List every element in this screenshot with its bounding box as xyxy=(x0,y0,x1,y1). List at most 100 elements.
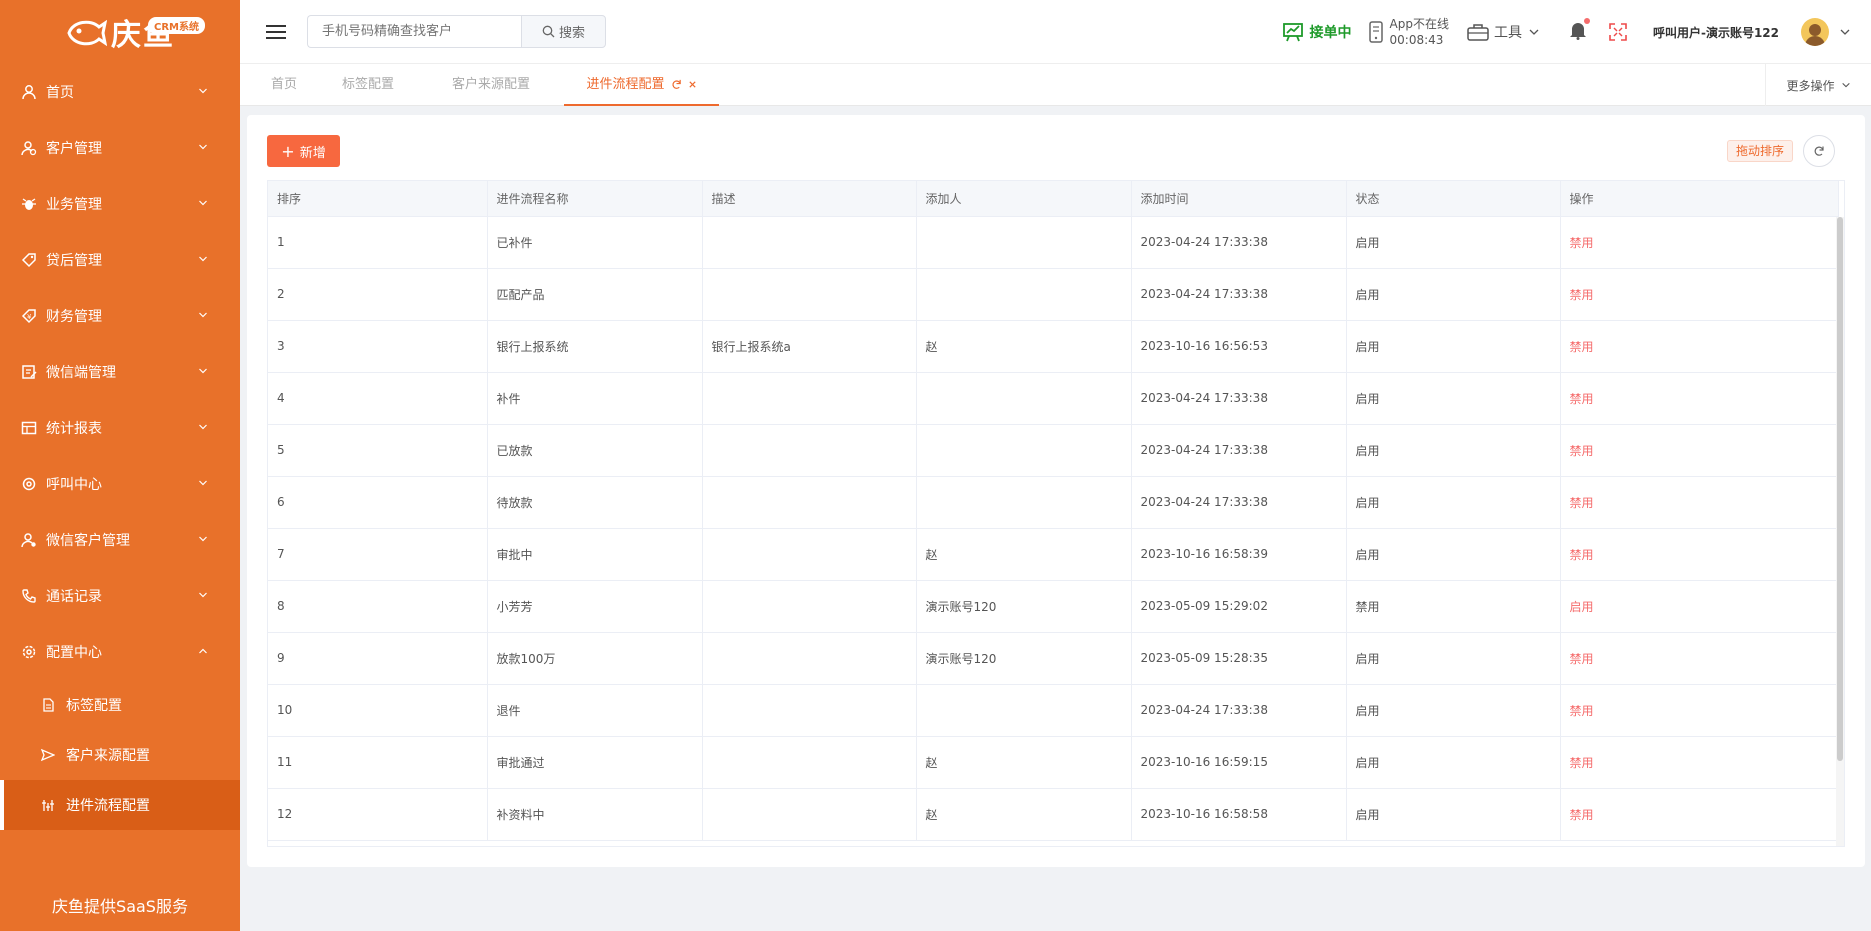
sidebar-subitem[interactable]: 标签配置 xyxy=(0,680,240,730)
tab-bar: 首页 标签配置 客户来源配置 进件流程配置 更多操作 xyxy=(240,64,1871,106)
sidebar-item[interactable]: 业务管理 xyxy=(0,176,240,232)
tab-tag-config[interactable]: 标签配置 xyxy=(336,64,400,106)
add-button-label: 新增 xyxy=(299,145,326,161)
table-cell: 2023-04-24 17:33:38 xyxy=(1131,684,1347,737)
sidebar-item[interactable]: 贷后管理 xyxy=(0,232,240,288)
toggle-status-link[interactable]: 启用 xyxy=(1560,580,1839,633)
toggle-status-link[interactable]: 禁用 xyxy=(1560,788,1839,841)
table-cell: 12 xyxy=(268,788,488,841)
sidebar-item-label: 首页 xyxy=(46,85,74,101)
toggle-status-link[interactable]: 禁用 xyxy=(1560,372,1839,425)
table-cell xyxy=(702,268,917,321)
customer-icon xyxy=(20,139,38,157)
table-header-row: 排序 进件流程名称 描述 添加人 添加时间 状态 操作 xyxy=(268,181,1839,217)
sidebar-item[interactable]: ¥ 财务管理 xyxy=(0,288,240,344)
table-scrollbar[interactable] xyxy=(1836,217,1844,846)
table-cell: 启用 xyxy=(1346,684,1561,737)
tab-process-config[interactable]: 进件流程配置 xyxy=(564,64,719,106)
table-cell xyxy=(916,476,1132,529)
user-name[interactable]: 呼叫用户-演示账号122 xyxy=(1653,24,1779,41)
sidebar-item[interactable]: 呼叫中心 xyxy=(0,456,240,512)
table-cell: 放款100万 xyxy=(487,632,703,685)
table-cell: 启用 xyxy=(1346,476,1561,529)
sidebar-item[interactable]: 微信客户管理 xyxy=(0,512,240,568)
chevron-down-icon xyxy=(199,592,207,598)
chevron-down-icon xyxy=(199,536,207,542)
sidebar-item-label: 客户管理 xyxy=(46,141,102,157)
table-cell xyxy=(702,788,917,841)
avatar[interactable] xyxy=(1801,18,1829,46)
table-cell: 2023-04-24 17:33:38 xyxy=(1131,476,1347,529)
close-icon[interactable] xyxy=(688,80,697,89)
search-button[interactable]: 搜索 xyxy=(521,15,606,48)
more-operations-dropdown[interactable]: 更多操作 xyxy=(1765,64,1871,106)
notification-dot xyxy=(1583,18,1590,24)
edit-icon xyxy=(20,363,38,381)
table-cell: 启用 xyxy=(1346,788,1561,841)
table-row: 7 审批中 赵 2023-10-16 16:58:39 启用 禁用 xyxy=(268,528,1839,581)
app-status[interactable]: App不在线 00:08:43 xyxy=(1368,16,1449,48)
toggle-status-link[interactable]: 禁用 xyxy=(1560,684,1839,737)
drag-sort-button[interactable]: 拖动排序 xyxy=(1727,140,1794,162)
refresh-icon[interactable] xyxy=(671,79,682,90)
sidebar-subitem[interactable]: 客户来源配置 xyxy=(0,730,240,780)
table-cell: 待放款 xyxy=(487,476,703,529)
refresh-icon xyxy=(1814,146,1824,156)
search-input[interactable] xyxy=(307,15,521,48)
toggle-status-link[interactable]: 禁用 xyxy=(1560,216,1839,269)
sidebar-item[interactable]: 统计报表 xyxy=(0,400,240,456)
toggle-status-link[interactable]: 禁用 xyxy=(1560,268,1839,321)
sidebar-item[interactable]: 通话记录 xyxy=(0,568,240,624)
toggle-status-link[interactable]: 禁用 xyxy=(1560,424,1839,477)
table-row: 4 补件 2023-04-24 17:33:38 启用 禁用 xyxy=(268,372,1839,425)
table-cell: 匹配产品 xyxy=(487,268,703,321)
table-row: 11 审批通过 赵 2023-10-16 16:59:15 启用 禁用 xyxy=(268,736,1839,789)
table-cell: 3 xyxy=(268,320,488,373)
column-header: 添加人 xyxy=(916,181,1132,217)
add-button[interactable]: + 新增 xyxy=(267,135,340,167)
table-cell: 启用 xyxy=(1346,268,1561,321)
send-icon xyxy=(40,747,56,763)
table-cell: 2023-04-24 17:33:38 xyxy=(1131,268,1347,321)
scrollbar-thumb[interactable] xyxy=(1837,217,1843,761)
chevron-down-icon xyxy=(199,312,207,318)
table-cell xyxy=(702,736,917,789)
column-header: 添加时间 xyxy=(1131,181,1347,217)
sidebar-item[interactable]: 首页 xyxy=(0,64,240,120)
toggle-status-link[interactable]: 禁用 xyxy=(1560,736,1839,789)
table-cell: 7 xyxy=(268,528,488,581)
sidebar-item-label: 业务管理 xyxy=(46,197,102,213)
chevron-down-icon[interactable] xyxy=(1839,26,1851,38)
hamburger-menu-icon[interactable] xyxy=(265,23,287,41)
mobile-icon xyxy=(1368,21,1383,43)
sidebar-item-label: 配置中心 xyxy=(46,645,102,661)
notifications[interactable] xyxy=(1569,18,1590,44)
tools-dropdown[interactable]: 工具 xyxy=(1467,22,1545,42)
toggle-status-link[interactable]: 禁用 xyxy=(1560,528,1839,581)
refresh-table-button[interactable] xyxy=(1803,135,1835,167)
wechat-user-icon xyxy=(20,531,38,549)
sidebar-subitem[interactable]: 进件流程配置 xyxy=(0,780,240,830)
table-cell: 2023-10-16 16:58:58 xyxy=(1131,788,1347,841)
table-cell: 启用 xyxy=(1346,216,1561,269)
fish-logo-icon xyxy=(67,19,107,47)
table-cell: 2023-10-16 16:59:15 xyxy=(1131,736,1347,789)
table-row: 6 待放款 2023-04-24 17:33:38 启用 禁用 xyxy=(268,476,1839,529)
table-cell: 2023-05-09 15:29:02 xyxy=(1131,580,1347,633)
table-cell: 审批通过 xyxy=(487,736,703,789)
sidebar-item[interactable]: 客户管理 xyxy=(0,120,240,176)
table-cell: 补件 xyxy=(487,372,703,425)
toggle-status-link[interactable]: 禁用 xyxy=(1560,632,1839,685)
sidebar: 庆鱼 CRM系统 首页 客户管理 业务管理 贷后管理 ¥ 财务管理 微信端管理 统计报表 呼叫中… xyxy=(0,0,240,931)
process-table: 排序 进件流程名称 描述 添加人 添加时间 状态 操作 1 已补件 2023-04-24 17:… xyxy=(267,180,1845,847)
sidebar-item[interactable]: 配置中心 xyxy=(0,624,240,680)
fullscreen-icon[interactable] xyxy=(1609,23,1627,41)
toggle-status-link[interactable]: 禁用 xyxy=(1560,476,1839,529)
column-header: 进件流程名称 xyxy=(487,181,703,217)
tab-customer-source-config[interactable]: 客户来源配置 xyxy=(448,64,534,106)
tab-home[interactable]: 首页 xyxy=(264,64,304,106)
toggle-status-link[interactable]: 禁用 xyxy=(1560,320,1839,373)
table-cell: 赵 xyxy=(916,736,1132,789)
sidebar-item[interactable]: 微信端管理 xyxy=(0,344,240,400)
receiving-status[interactable]: 接单中 xyxy=(1282,21,1352,43)
